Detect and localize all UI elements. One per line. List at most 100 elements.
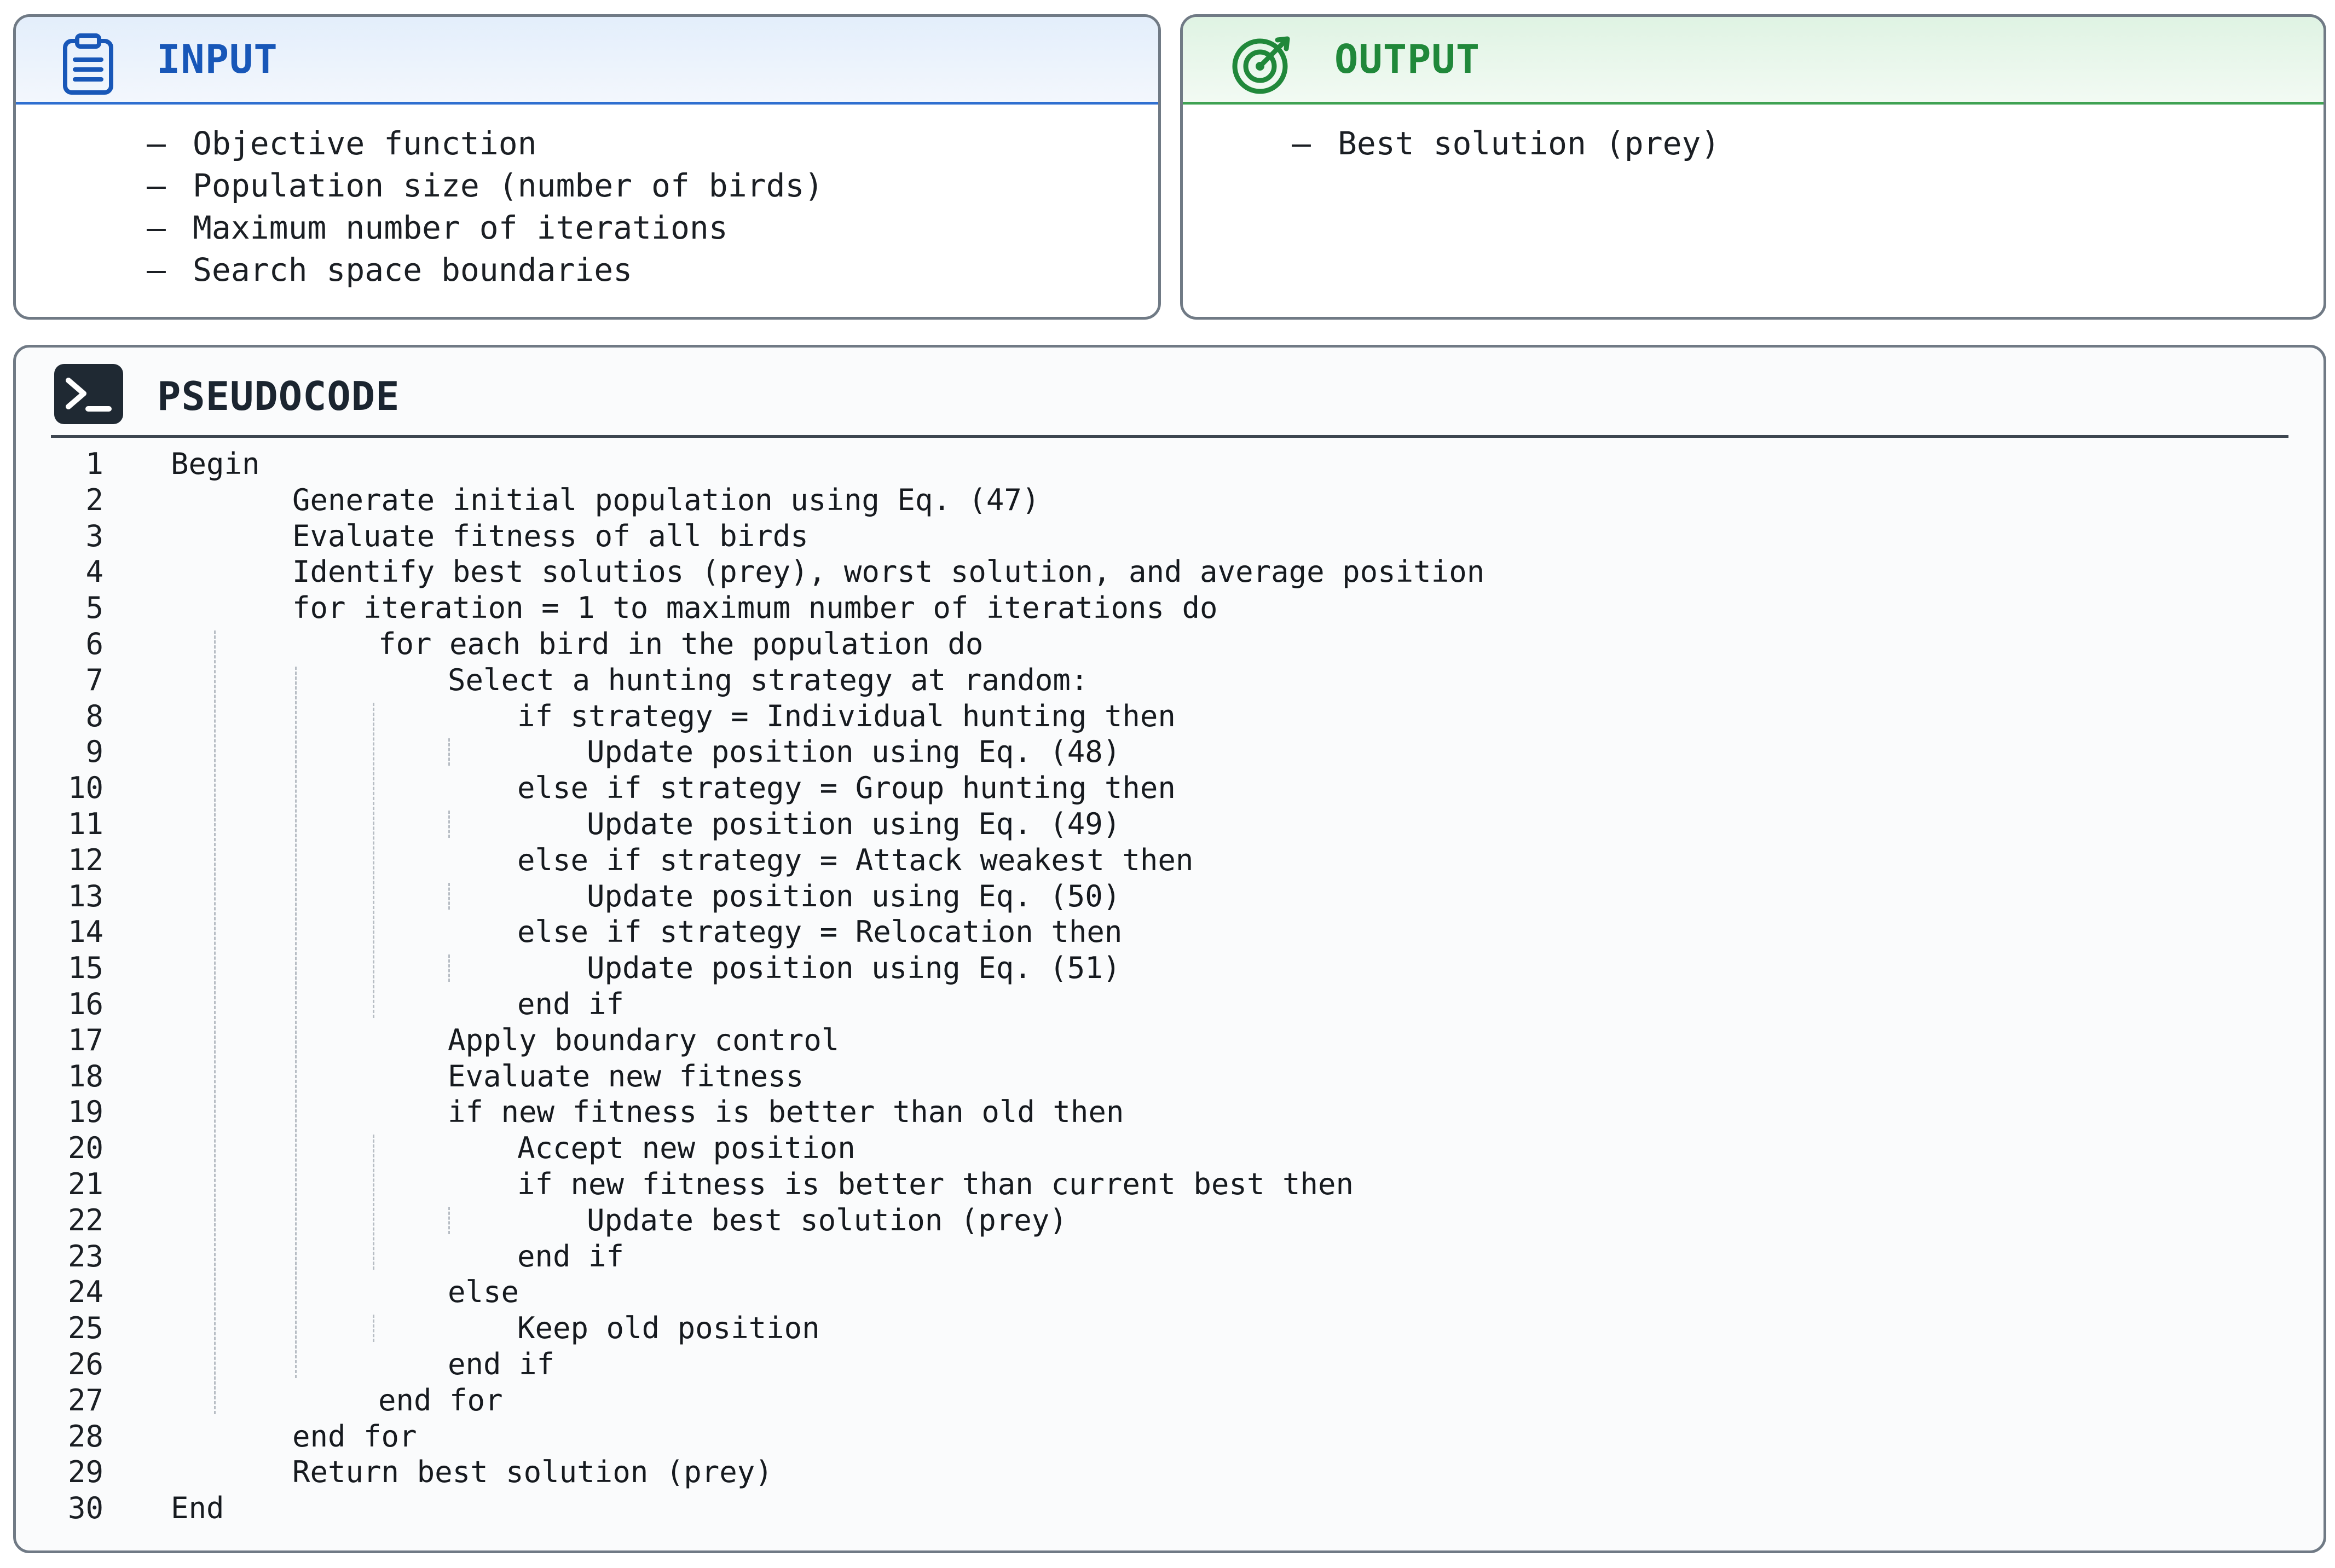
code-line: 22 Update best solution (prey) [16,1202,2315,1239]
output-header: OUTPUT [1183,17,2324,105]
code-line: 16 end if [16,986,2315,1022]
line-number: 11 [67,807,103,841]
code-text: else [448,1275,519,1310]
line-number: 17 [67,1022,103,1057]
line-number: 30 [67,1491,103,1526]
code-text: Identify best solutios (prey), worst sol… [292,554,1485,589]
code-text: Update position using Eq. (51) [587,951,1121,986]
code-line: 4 Identify best solutios (prey), worst so… [16,554,2315,590]
line-number: 12 [67,842,103,877]
code-text: end if [517,1239,625,1274]
code-text: end for [292,1419,417,1454]
line-number: 19 [67,1095,103,1130]
line-number: 20 [67,1131,103,1166]
code-line: 15 Update position using Eq. (51) [16,950,2315,986]
code-line: 21 if new fitness is better than current … [16,1166,2315,1202]
output-panel: OUTPUT [1180,14,2326,320]
line-number: 5 [85,591,103,626]
line-number: 24 [67,1275,103,1310]
pseudocode-panel: PSEUDOCODE 1 Begin 2 Generate initial popul… [13,345,2326,1553]
output-list: – Best solution (prey) [1292,123,2113,165]
line-number: 25 [67,1311,103,1346]
code-line: 23 end if [16,1239,2315,1275]
code-text: Update position using Eq. (48) [587,734,1121,769]
dash-bullet: – [147,209,166,246]
code-text: else if strategy = Relocation then [517,915,1123,950]
code-line: 20 Accept new position [16,1130,2315,1166]
code-text: Evaluate fitness of all birds [292,518,808,553]
code-line: 3 Evaluate fitness of all birds [16,518,2315,554]
code-text: Select a hunting strategy at random: [448,662,1089,697]
code-text: else if strategy = Group hunting then [517,771,1176,806]
line-number: 2 [85,482,103,517]
code-line: 7 Select a hunting strategy at random: [16,662,2315,698]
code-text: Update best solution (prey) [587,1202,1067,1237]
line-number: 4 [85,554,103,589]
line-number: 7 [85,662,103,697]
code-line: 9 Update position using Eq. (48) [16,734,2315,770]
code-line: 26 end if [16,1346,2315,1382]
code-text: if new fitness is better than current be… [517,1167,1354,1201]
code-text: Generate initial population using Eq. (4… [292,482,1040,517]
code-line: 6 for each bird in the population do [16,626,2315,662]
code-line: 2 Generate initial population using Eq. (… [16,482,2315,518]
input-item-text: Search space boundaries [193,251,633,288]
block-guide [448,882,450,910]
code-line: 30 End [16,1490,2315,1526]
code-text: if strategy = Individual hunting then [517,698,1176,733]
pseudocode-title: PSEUDOCODE [157,373,400,419]
code-line: 24 else [16,1274,2315,1310]
line-number: 16 [67,987,103,1021]
line-number: 22 [67,1202,103,1237]
code-text: for each bird in the population do [378,627,984,661]
block-guide [295,666,297,1378]
output-item-text: Best solution (prey) [1338,125,1720,162]
code-text: for iteration = 1 to maximum number of i… [292,591,1218,626]
line-number: 10 [67,771,103,806]
code-line: 1 Begin [16,446,2315,482]
code-line: 25 Keep old position [16,1310,2315,1346]
code-text: else if strategy = Attack weakest then [517,842,1194,877]
block-guide [448,954,450,982]
pseudocode-divider [51,435,2288,438]
code-text: Update position using Eq. (50) [587,878,1121,913]
target-icon [1232,36,1290,94]
line-number: 29 [67,1455,103,1490]
input-list-item: – Maximum number of iterations [147,207,968,249]
code-text: Keep old position [517,1311,820,1346]
dash-bullet: – [147,125,166,162]
input-list: – Objective function – Population size (num… [147,123,968,291]
code-text: end if [448,1347,555,1381]
code-line: 18 Evaluate new fitness [16,1058,2315,1095]
line-number: 1 [85,447,103,481]
block-guide [448,738,450,766]
code-text: Evaluate new fitness [448,1058,804,1093]
input-list-item: – Population size (number of birds) [147,165,968,207]
line-number: 8 [85,698,103,733]
code-text: Begin [171,447,260,481]
line-number: 18 [67,1058,103,1093]
code-text: Update position using Eq. (49) [587,807,1121,841]
code-text: End [171,1491,224,1526]
code-text: Accept new position [517,1131,856,1166]
input-list-item: – Objective function [147,123,968,165]
code-line: 14 else if strategy = Relocation then [16,914,2315,950]
line-number: 15 [67,951,103,986]
input-header: INPUT [16,17,1158,105]
code-line: 10 else if strategy = Group hunting then [16,770,2315,806]
line-number: 27 [67,1382,103,1417]
input-item-text: Maximum number of iterations [193,209,728,246]
line-number: 6 [85,627,103,661]
code-line: 13 Update position using Eq. (50) [16,878,2315,915]
code-text: end for [378,1382,503,1417]
block-guide [448,811,450,838]
code-line: 17 Apply boundary control [16,1022,2315,1058]
input-list-item: – Search space boundaries [147,249,968,291]
code-line: 27 end for [16,1382,2315,1419]
line-number: 23 [67,1239,103,1274]
input-title: INPUT [157,36,278,82]
line-number: 3 [85,518,103,553]
code-text: Return best solution (prey) [292,1455,773,1490]
block-guide [373,702,374,1018]
dash-bullet: – [1292,125,1311,162]
